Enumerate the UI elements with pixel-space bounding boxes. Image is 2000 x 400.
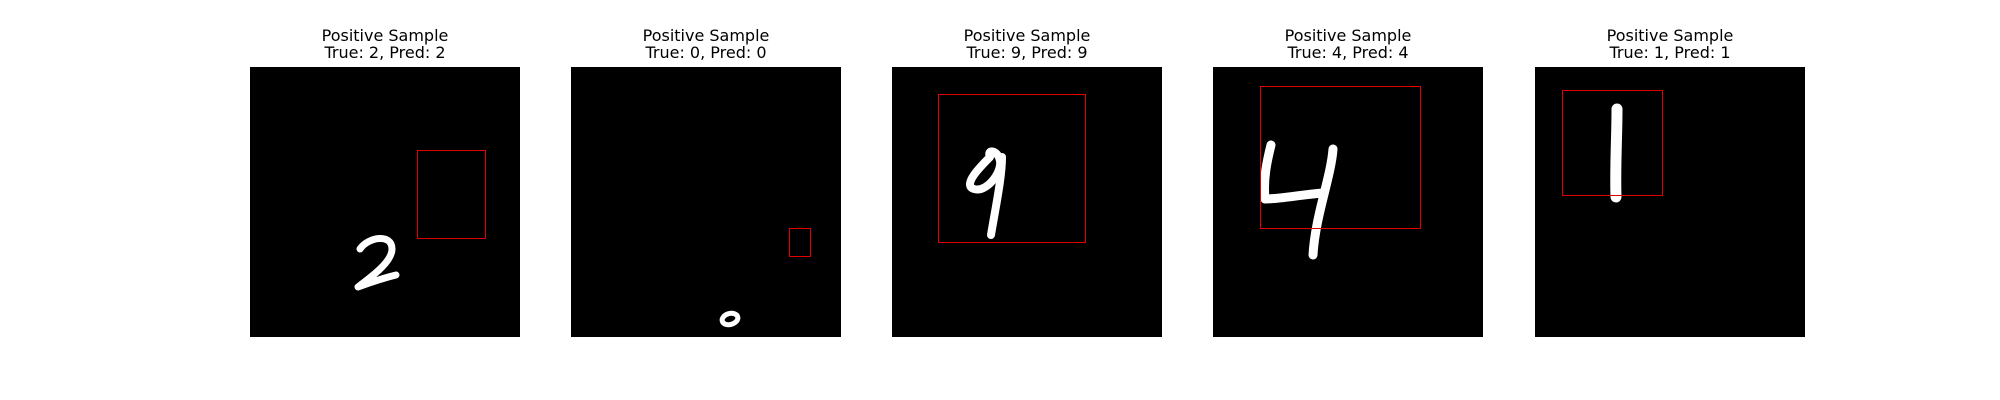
panel-title: Positive Sample True: 2, Pred: 2 <box>250 27 520 61</box>
panel-title-line-2: True: 2, Pred: 2 <box>324 43 446 62</box>
panel-title-line-1: Positive Sample <box>1606 26 1734 45</box>
panel-title-line-1: Positive Sample <box>963 26 1091 45</box>
figure: Positive Sample True: 2, Pred: 2 Positiv… <box>0 0 2000 400</box>
panel-title-line-2: True: 0, Pred: 0 <box>645 43 767 62</box>
sample-panel: Positive Sample True: 4, Pred: 4 <box>1213 27 1483 337</box>
detection-box <box>789 228 811 257</box>
panel-title: Positive Sample True: 0, Pred: 0 <box>571 27 841 61</box>
sample-panel: Positive Sample True: 2, Pred: 2 <box>250 27 520 337</box>
panel-title-line-1: Positive Sample <box>321 26 449 45</box>
digit-image <box>892 67 1162 337</box>
panel-title-line-1: Positive Sample <box>1284 26 1412 45</box>
detection-box <box>938 94 1086 243</box>
digit-0-drawing <box>719 310 741 328</box>
digit-image <box>1535 67 1805 337</box>
detection-box <box>417 150 486 239</box>
panel-title-line-2: True: 9, Pred: 9 <box>966 43 1088 62</box>
sample-panel: Positive Sample True: 1, Pred: 1 <box>1535 27 1805 337</box>
digit-image <box>571 67 841 337</box>
digit-image <box>1213 67 1483 337</box>
detection-box <box>1562 90 1663 196</box>
digit-image <box>250 67 520 337</box>
sample-panel: Positive Sample True: 9, Pred: 9 <box>892 27 1162 337</box>
panel-title: Positive Sample True: 9, Pred: 9 <box>892 27 1162 61</box>
panel-title: Positive Sample True: 4, Pred: 4 <box>1213 27 1483 61</box>
panel-title-line-2: True: 4, Pred: 4 <box>1287 43 1409 62</box>
panel-title-line-2: True: 1, Pred: 1 <box>1609 43 1731 62</box>
detection-box <box>1260 86 1421 229</box>
sample-panel: Positive Sample True: 0, Pred: 0 <box>571 27 841 337</box>
panel-title-line-1: Positive Sample <box>642 26 770 45</box>
panel-title: Positive Sample True: 1, Pred: 1 <box>1535 27 1805 61</box>
